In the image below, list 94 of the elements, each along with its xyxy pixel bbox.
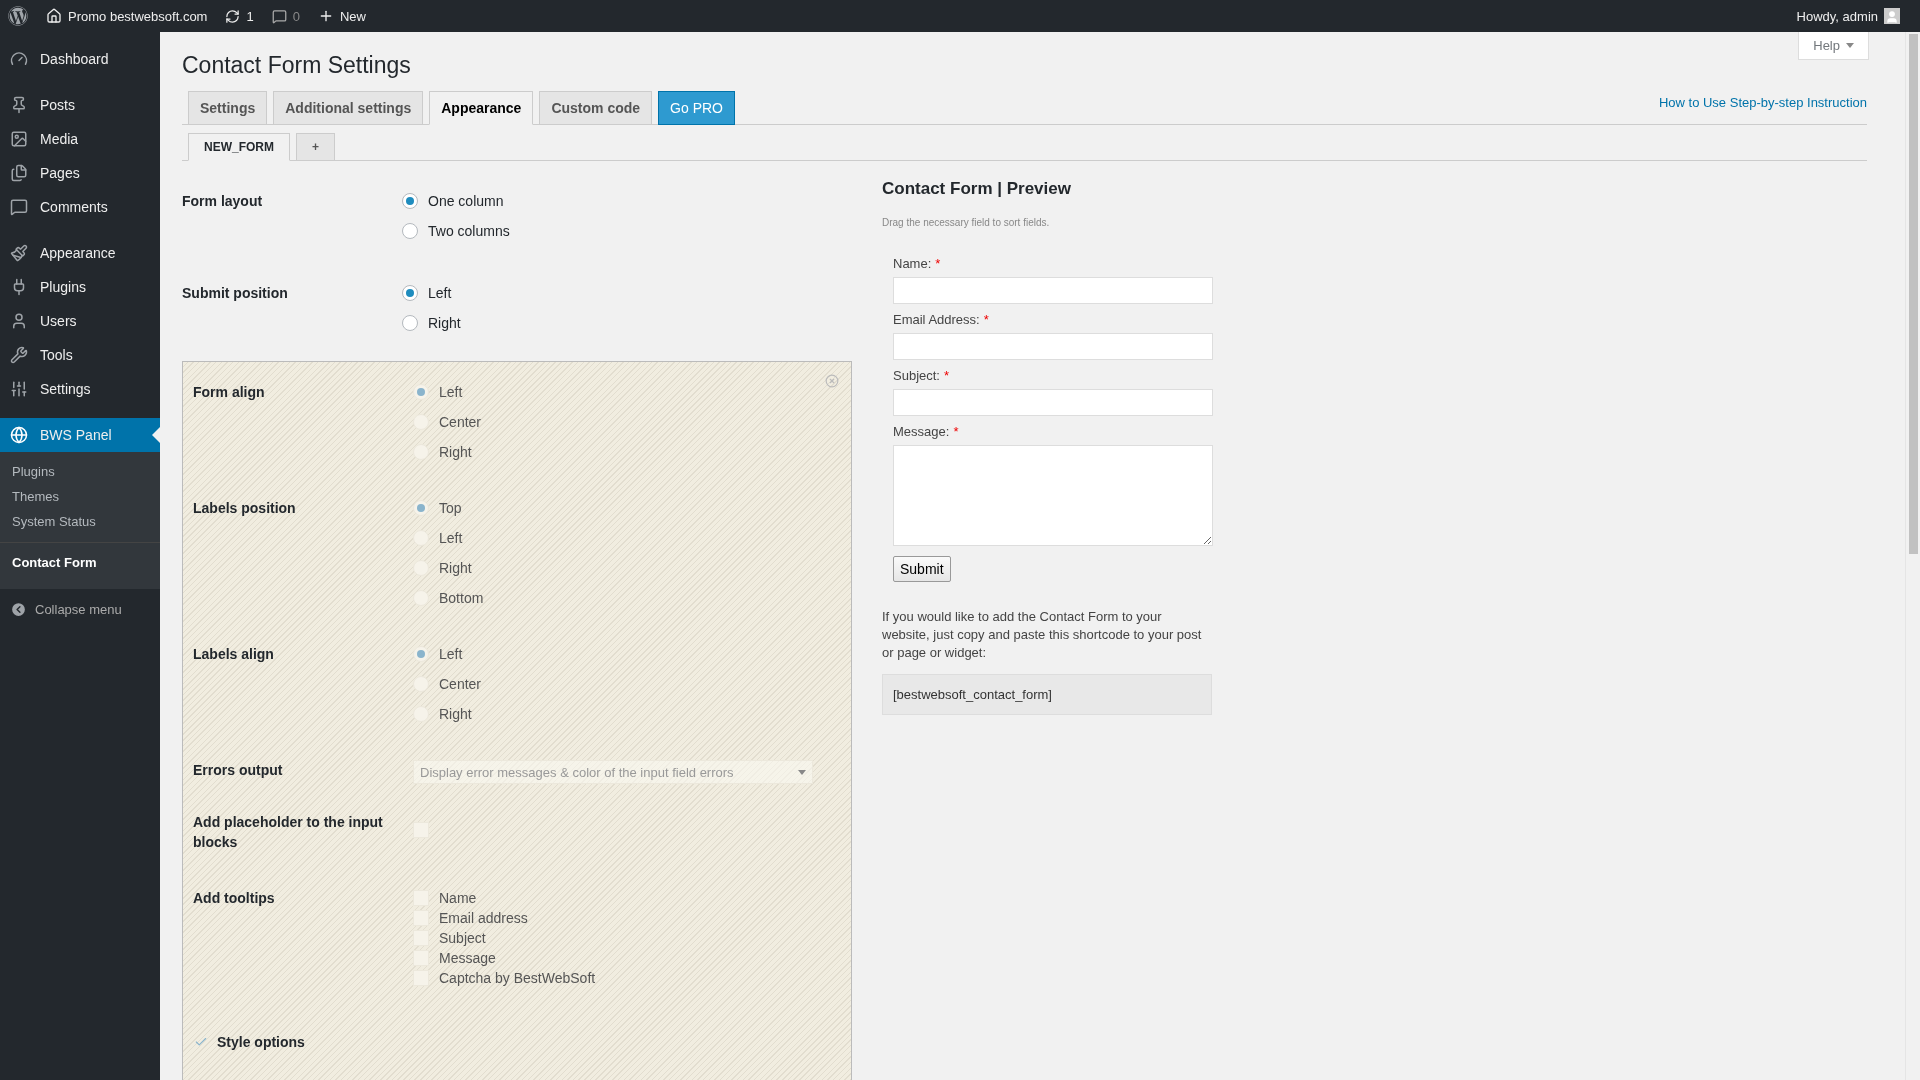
collapse-menu[interactable]: Collapse menu: [35, 602, 122, 617]
setting-label: Submit position: [182, 284, 288, 303]
option-label: Left: [439, 645, 463, 664]
sidebar-item[interactable]: BWS Panel: [0, 418, 160, 452]
option-label: Captcha by BestWebSoft: [439, 969, 596, 988]
field-label: Message:: [893, 424, 950, 439]
avatar-icon[interactable]: [1884, 8, 1900, 24]
option-label: Center: [439, 413, 482, 432]
required-mark: *: [953, 424, 959, 439]
sidebar-item[interactable]: Dashboard: [0, 42, 160, 76]
option-label: Right: [428, 314, 461, 333]
comment-icon: [10, 198, 28, 216]
page-title: Contact Form Settings: [182, 52, 411, 79]
tab[interactable]: Custom code: [539, 91, 653, 125]
sidebar-item[interactable]: Users: [0, 304, 160, 338]
submit-button[interactable]: Submit: [893, 556, 951, 582]
input-field[interactable]: [893, 389, 1213, 416]
updates-link[interactable]: 1: [225, 8, 254, 24]
home-icon[interactable]: [46, 8, 62, 24]
field-label: Subject:: [893, 368, 940, 383]
setting-label: Labels position: [193, 499, 296, 518]
sidebar-item[interactable]: Plugins: [0, 270, 160, 304]
help-button[interactable]: Help: [1798, 32, 1869, 60]
sidebar-item[interactable]: Media: [0, 122, 160, 156]
input-field[interactable]: [893, 277, 1213, 304]
radio-button[interactable]: [402, 285, 418, 301]
form-tab[interactable]: +: [296, 133, 335, 161]
pages-icon: [10, 164, 28, 182]
tab[interactable]: Additional settings: [273, 91, 424, 125]
required-mark: *: [983, 312, 989, 327]
radio-button[interactable]: [402, 193, 418, 209]
sidebar-item[interactable]: Settings: [0, 372, 160, 406]
setting-label: Add placeholder to the input blocks: [193, 813, 384, 852]
required-mark: *: [944, 368, 950, 383]
collapse-icon[interactable]: [10, 601, 27, 618]
submenu-item[interactable]: Themes: [0, 484, 160, 509]
sidebar-item[interactable]: Appearance: [0, 236, 160, 270]
option-label: Email address: [439, 909, 528, 928]
shortcode-note: If you would like to add the Contact Form to your website, just copy and paste this shortcode to your post or page or widget:: [882, 608, 1203, 662]
option-label: Left: [439, 383, 463, 402]
option-label: Center: [439, 675, 482, 694]
option-label: Bottom: [439, 589, 484, 608]
globe-icon: [10, 426, 28, 444]
preview-hint: Drag the necessary field to sort fields.: [882, 217, 1050, 228]
option-label: Right: [439, 559, 472, 578]
preview-title: Contact Form | Preview: [882, 179, 1071, 199]
tab[interactable]: Settings: [188, 91, 268, 125]
user-icon: [10, 312, 28, 330]
shortcode-field[interactable]: [bestwebsoft_contact_form]: [882, 674, 1212, 715]
submenu-item[interactable]: Plugins: [0, 459, 160, 484]
option-label: Right: [439, 443, 472, 462]
site-link[interactable]: Promo bestwebsoft.com: [68, 8, 208, 24]
paintbrush-icon: [10, 244, 28, 262]
message-field[interactable]: [893, 445, 1213, 546]
option-label: Message: [439, 949, 496, 968]
setting-label: Labels align: [193, 645, 274, 664]
option-label: Name: [439, 889, 477, 908]
option-label: Right: [439, 705, 472, 724]
new-link[interactable]: New: [339, 8, 366, 24]
sliders-icon: [10, 380, 28, 398]
setting-label: Style options: [217, 1033, 305, 1052]
wrench-icon: [10, 346, 28, 364]
instruction-link[interactable]: How to Use Step-by-step Instruction: [1658, 95, 1867, 120]
required-mark: *: [935, 256, 941, 271]
tab[interactable]: Appearance: [429, 91, 534, 125]
sidebar-item[interactable]: Comments: [0, 190, 160, 224]
sidebar-item[interactable]: Tools: [0, 338, 160, 372]
comments-link[interactable]: 0: [271, 8, 300, 24]
pin-icon: [10, 96, 28, 114]
submenu-item[interactable]: Contact Form: [0, 542, 160, 582]
option-label: Left: [439, 529, 463, 548]
image-icon: [10, 130, 28, 148]
wordpress-logo-icon[interactable]: [8, 6, 28, 26]
field-label: Email Address:: [893, 312, 980, 327]
form-tab[interactable]: NEW_FORM: [188, 133, 290, 161]
option-label: Top: [439, 499, 462, 518]
option-label: One column: [428, 192, 504, 211]
option-label: Left: [428, 284, 452, 303]
gauge-icon: [10, 50, 28, 68]
submenu-item[interactable]: System Status: [0, 509, 160, 534]
setting-label: Form layout: [182, 192, 263, 211]
scrollbar[interactable]: [1905, 32, 1920, 1080]
setting-label: Form align: [193, 383, 265, 402]
radio-button[interactable]: [402, 315, 418, 331]
sidebar-item[interactable]: Pages: [0, 156, 160, 190]
radio-button[interactable]: [402, 223, 418, 239]
input-field[interactable]: [893, 333, 1213, 360]
setting-label: Add tooltips: [193, 889, 275, 908]
greeting[interactable]: Howdy, admin: [1796, 8, 1878, 24]
setting-label: Errors output: [193, 761, 283, 780]
field-label: Name:: [893, 256, 932, 271]
option-label: Subject: [439, 929, 486, 948]
sidebar-item[interactable]: Posts: [0, 88, 160, 122]
option-label: Two columns: [428, 222, 510, 241]
